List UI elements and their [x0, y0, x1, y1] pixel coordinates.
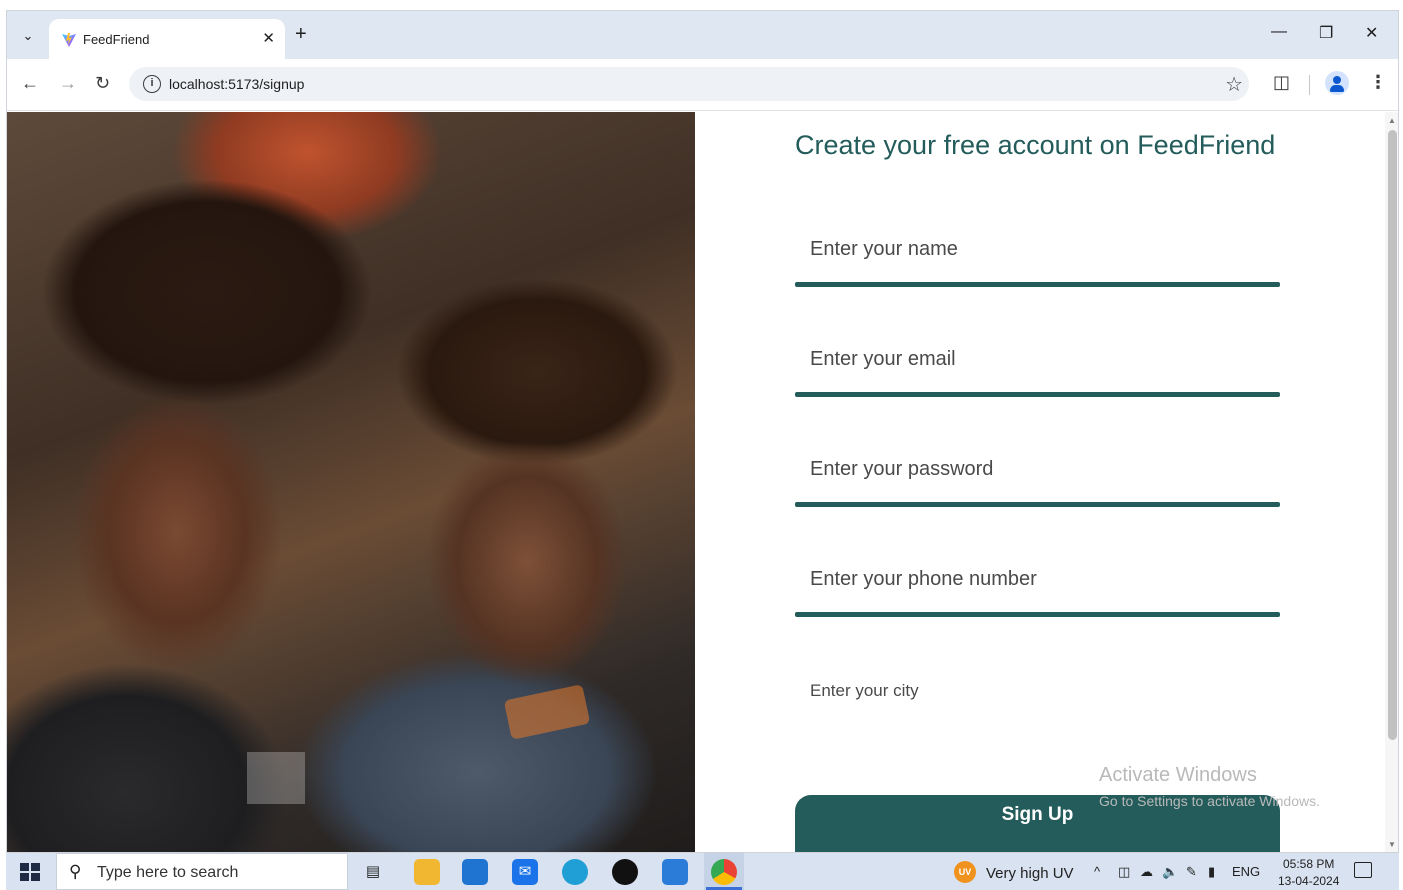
- phone-underline: [795, 612, 1280, 617]
- toolbar-divider: [1309, 75, 1310, 95]
- activate-windows-watermark: Activate Windows Go to Settings to activ…: [1099, 764, 1320, 809]
- opera-icon[interactable]: [612, 859, 638, 885]
- tab-title: FeedFriend: [83, 32, 150, 47]
- photo-detail-shirt-print: [503, 684, 591, 740]
- mail-icon[interactable]: ✉: [512, 859, 538, 885]
- signup-form: Create your free account on FeedFriend S…: [695, 112, 1385, 852]
- email-field: [795, 328, 1280, 398]
- email-input[interactable]: [795, 328, 1280, 390]
- city-input[interactable]: [795, 660, 1280, 722]
- name-field: [795, 218, 1280, 288]
- tab-strip: ⌄ FeedFriend ✕ + — ❐ ✕: [7, 11, 1398, 59]
- phone-field: [795, 548, 1280, 618]
- speaker-icon[interactable]: 🔈: [1162, 864, 1178, 880]
- notification-icon[interactable]: [1354, 862, 1372, 878]
- new-tab-button[interactable]: +: [295, 23, 307, 45]
- clock-time: 05:58 PM: [1283, 857, 1335, 871]
- reload-icon[interactable]: ↻: [95, 73, 110, 93]
- tab-close-icon[interactable]: ✕: [262, 29, 275, 47]
- tray-chevron-icon[interactable]: ^: [1094, 864, 1100, 879]
- children-photo: [7, 112, 695, 852]
- file-explorer-icon[interactable]: [414, 859, 440, 885]
- forward-arrow-icon[interactable]: →: [59, 73, 77, 93]
- tab-search-chevron-icon[interactable]: ⌄: [15, 23, 41, 49]
- vscode-icon[interactable]: [662, 859, 688, 885]
- windows-start-icon[interactable]: [20, 863, 40, 881]
- browser-toolbar: ← → ↻ i localhost:5173/signup ☆ ◫ ⋮: [7, 59, 1398, 111]
- clock-date: 13-04-2024: [1278, 874, 1340, 888]
- scroll-down-arrow-icon[interactable]: ▼: [1388, 840, 1396, 849]
- page-scrollbar[interactable]: ▲ ▼: [1385, 112, 1398, 852]
- language-indicator[interactable]: ENG: [1232, 864, 1260, 879]
- search-placeholder[interactable]: Type here to search: [97, 864, 238, 882]
- email-underline: [795, 392, 1280, 397]
- pen-icon[interactable]: ✎: [1186, 864, 1197, 880]
- scroll-up-arrow-icon[interactable]: ▲: [1388, 116, 1396, 125]
- name-input[interactable]: [795, 218, 1280, 280]
- task-view-icon[interactable]: ▤: [360, 859, 386, 885]
- weather-text[interactable]: Very high UV: [986, 865, 1074, 882]
- back-arrow-icon[interactable]: ←: [21, 73, 39, 93]
- page-content: Create your free account on FeedFriend S…: [7, 112, 1398, 852]
- bookmark-star-icon[interactable]: ☆: [1225, 72, 1243, 97]
- windows-taskbar: ⚲ Type here to search ▤ ✉ UV Very high U…: [6, 853, 1399, 890]
- page-title: Create your free account on FeedFriend: [795, 130, 1276, 160]
- battery-icon[interactable]: ▮: [1208, 864, 1215, 880]
- watermark-subtitle: Go to Settings to activate Windows.: [1099, 793, 1320, 809]
- site-info-icon[interactable]: i: [143, 75, 161, 93]
- tab-feedfriend[interactable]: FeedFriend ✕: [49, 19, 285, 59]
- watermark-title: Activate Windows: [1099, 764, 1257, 786]
- password-underline: [795, 502, 1280, 507]
- extensions-puzzle-icon[interactable]: ◫: [1273, 72, 1290, 93]
- edge-icon[interactable]: [562, 859, 588, 885]
- tray-network-icon[interactable]: ☁: [1140, 864, 1153, 880]
- weather-uv-badge[interactable]: UV: [954, 861, 976, 883]
- taskbar-clock[interactable]: 05:58 PM 13-04-2024: [1278, 856, 1339, 890]
- browser-window: ⌄ FeedFriend ✕ + — ❐ ✕ ← → ↻ i localhost…: [6, 10, 1399, 853]
- password-input[interactable]: [795, 438, 1280, 500]
- password-field: [795, 438, 1280, 508]
- store-icon[interactable]: [462, 859, 488, 885]
- vite-logo-icon: [62, 33, 76, 47]
- search-icon: ⚲: [69, 862, 82, 881]
- more-menu-icon[interactable]: ⋮: [1369, 72, 1387, 93]
- close-window-button[interactable]: ✕: [1365, 23, 1378, 43]
- photo-detail-shirt-patch: [247, 752, 305, 804]
- profile-avatar-icon[interactable]: [1325, 71, 1349, 95]
- tray-device-icon[interactable]: ◫: [1118, 864, 1130, 880]
- name-underline: [795, 282, 1280, 287]
- taskbar-search[interactable]: ⚲ Type here to search: [56, 853, 348, 890]
- minimize-button[interactable]: —: [1271, 23, 1287, 41]
- chrome-icon[interactable]: [711, 859, 737, 885]
- phone-input[interactable]: [795, 548, 1280, 610]
- restore-button[interactable]: ❐: [1319, 23, 1333, 43]
- city-field: [795, 660, 1280, 730]
- address-bar[interactable]: i localhost:5173/signup ☆: [129, 67, 1249, 101]
- url-text[interactable]: localhost:5173/signup: [169, 76, 304, 92]
- scroll-thumb[interactable]: [1388, 130, 1397, 740]
